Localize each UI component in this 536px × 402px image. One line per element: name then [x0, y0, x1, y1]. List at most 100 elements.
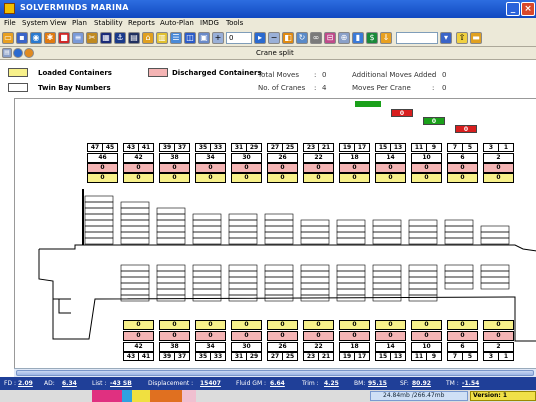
load-count[interactable]: 0 — [267, 320, 298, 330]
bay-number[interactable]: 22 — [303, 153, 334, 163]
discharge-count[interactable]: 0 — [123, 163, 154, 173]
crane-tag[interactable]: 0 — [391, 109, 413, 117]
load-count[interactable]: 0 — [195, 320, 226, 330]
panel-close-icon[interactable] — [24, 48, 34, 58]
bay-number[interactable]: 42 — [123, 153, 154, 163]
load-count[interactable]: 0 — [411, 320, 442, 330]
bay-number[interactable]: 34 — [195, 153, 226, 163]
discharge-count[interactable]: 0 — [195, 163, 226, 173]
twin-bay-pair[interactable]: 31 29 — [231, 352, 262, 361]
tools-icon[interactable]: ✂ — [86, 32, 98, 44]
discharge-count[interactable]: 0 — [483, 331, 514, 341]
load-count[interactable]: 0 — [159, 173, 190, 183]
menu-imdg[interactable]: IMDG — [200, 19, 219, 27]
discharge-count[interactable]: 0 — [231, 163, 262, 173]
discharge-count[interactable]: 0 — [267, 331, 298, 341]
discharge-count[interactable]: 0 — [267, 163, 298, 173]
twin-bay-pair[interactable]: 35 33 — [195, 352, 226, 361]
discharge-count[interactable]: 0 — [303, 331, 334, 341]
load-count[interactable]: 0 — [375, 173, 406, 183]
discharge-count[interactable]: 0 — [411, 331, 442, 341]
globe-icon[interactable]: ◉ — [30, 32, 42, 44]
twin-bay-pair[interactable]: 47 45 — [87, 143, 118, 152]
settings-icon[interactable]: ✱ — [44, 32, 56, 44]
download-icon[interactable]: ⇓ — [380, 32, 392, 44]
load-count[interactable]: 0 — [231, 320, 262, 330]
bay-number[interactable]: 10 — [411, 153, 442, 163]
zoom-apply-icon[interactable]: ▸ — [254, 32, 266, 44]
discharge-count[interactable]: 0 — [87, 163, 118, 173]
twin-bay-pair[interactable]: 31 — [483, 143, 514, 152]
menu-auto-plan[interactable]: Auto-Plan — [160, 19, 194, 27]
twin-bay-pair[interactable]: 11 9 — [411, 352, 442, 361]
load-count[interactable]: 0 — [339, 173, 370, 183]
twin-bay-pair[interactable]: 75 — [447, 143, 478, 152]
dollar-icon[interactable]: $ — [366, 32, 378, 44]
twin-bay-pair[interactable]: 11 9 — [411, 143, 442, 152]
menu-stability[interactable]: Stability — [94, 19, 123, 27]
list-icon[interactable]: ☰ — [170, 32, 182, 44]
table-icon[interactable]: ▤ — [128, 32, 140, 44]
view-combo[interactable] — [396, 32, 438, 44]
load-count[interactable]: 0 — [483, 320, 514, 330]
load-count[interactable]: 0 — [123, 320, 154, 330]
up-arrow-icon[interactable]: ⇧ — [456, 32, 468, 44]
discharge-count[interactable]: 0 — [231, 331, 262, 341]
discharge-count[interactable]: 0 — [411, 163, 442, 173]
load-count[interactable]: 0 — [375, 320, 406, 330]
zoom-input[interactable]: 0 — [226, 32, 252, 44]
bay-number[interactable]: 46 — [87, 153, 118, 163]
twin-bay-pair[interactable]: 31 29 — [231, 143, 262, 152]
twin-bay-pair[interactable]: 23 21 — [303, 143, 334, 152]
load-count[interactable]: 0 — [195, 173, 226, 183]
bay-number[interactable]: 18 — [339, 342, 370, 352]
crane-tag[interactable]: 0 — [423, 117, 445, 125]
discharge-count[interactable]: 0 — [447, 331, 478, 341]
discharge-count[interactable]: 0 — [339, 331, 370, 341]
compass-icon[interactable]: ⊕ — [338, 32, 350, 44]
twin-bay-pair[interactable]: 15 13 — [375, 143, 406, 152]
refresh-icon[interactable]: ↻ — [296, 32, 308, 44]
folder-icon[interactable]: ▬ — [470, 32, 482, 44]
bay-number[interactable]: 34 — [195, 342, 226, 352]
twin-bay-pair[interactable]: 35 33 — [195, 143, 226, 152]
stop-icon[interactable]: ■ — [58, 32, 70, 44]
load-count[interactable]: 0 — [483, 173, 514, 183]
menu-reports[interactable]: Reports — [128, 19, 155, 27]
combo-dropdown-icon[interactable]: ▾ — [440, 32, 452, 44]
discharge-count[interactable]: 0 — [339, 163, 370, 173]
zoom-in-icon[interactable]: + — [212, 32, 224, 44]
discharge-count[interactable]: 0 — [447, 163, 478, 173]
twin-bay-pair[interactable]: 23 21 — [303, 352, 334, 361]
discharge-count[interactable]: 0 — [375, 163, 406, 173]
bay-number[interactable]: 2 — [483, 342, 514, 352]
panel-minimize-icon[interactable] — [13, 48, 23, 58]
save-icon[interactable]: ▪ — [16, 32, 28, 44]
bay-number[interactable]: 10 — [411, 342, 442, 352]
twin-bay-pair[interactable]: 19 17 — [339, 143, 370, 152]
stack-icon[interactable]: ⊟ — [324, 32, 336, 44]
bay-number[interactable]: 22 — [303, 342, 334, 352]
twin-bay-pair[interactable]: 27 25 — [267, 143, 298, 152]
bay-view-icon[interactable]: ◧ — [282, 32, 294, 44]
load-count[interactable]: 0 — [447, 173, 478, 183]
chart-icon[interactable]: ▥ — [156, 32, 168, 44]
bay-number[interactable]: 30 — [231, 153, 262, 163]
minimize-button[interactable]: _ — [506, 2, 520, 16]
twin-bay-pair[interactable]: 39 37 — [159, 352, 190, 361]
bay-number[interactable]: 14 — [375, 342, 406, 352]
load-count[interactable]: 0 — [339, 320, 370, 330]
load-count[interactable]: 0 — [303, 173, 334, 183]
bars-icon[interactable]: ▮ — [352, 32, 364, 44]
discharge-count[interactable]: 0 — [159, 163, 190, 173]
load-count[interactable]: 0 — [411, 173, 442, 183]
bay-number[interactable]: 26 — [267, 342, 298, 352]
load-count[interactable]: 0 — [447, 320, 478, 330]
grid-icon[interactable]: ▦ — [100, 32, 112, 44]
scrollbar-thumb[interactable] — [16, 370, 534, 376]
menu-tools[interactable]: Tools — [226, 19, 243, 27]
open-folder-icon[interactable]: ▭ — [2, 32, 14, 44]
bay-number[interactable]: 14 — [375, 153, 406, 163]
discharge-count[interactable]: 0 — [303, 163, 334, 173]
load-count[interactable]: 0 — [159, 320, 190, 330]
